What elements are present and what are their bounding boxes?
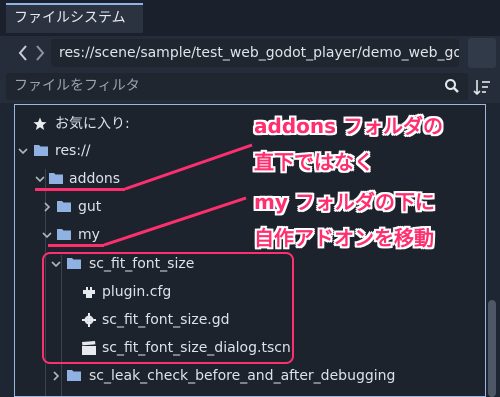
highlight-box	[42, 252, 294, 364]
annotation-line: my フォルダの下に	[254, 190, 435, 214]
annotation-line: addons フォルダの	[254, 114, 443, 138]
annotation-line: 直下ではなく	[254, 150, 374, 174]
annotation-line: 自作アドオンを移動	[254, 226, 434, 250]
